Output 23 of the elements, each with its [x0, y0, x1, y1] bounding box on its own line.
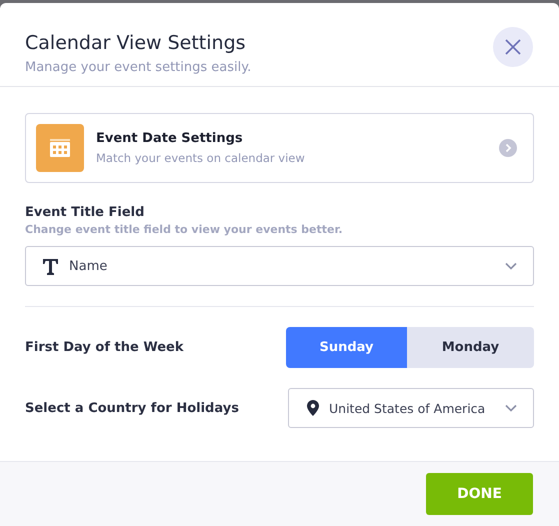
weekday-option[interactable]: Sunday [286, 327, 407, 368]
close-icon [505, 38, 521, 54]
dialog-title: Calendar View Settings [25, 32, 247, 54]
location-pin-icon [307, 400, 319, 416]
chevron-down-icon [505, 404, 517, 412]
title-field-select[interactable]: Name [25, 246, 534, 286]
close-button[interactable] [493, 26, 533, 66]
select-value: Name [69, 258, 108, 274]
weekday-option[interactable]: Monday [407, 327, 534, 368]
card-title: Event Date Settings [96, 131, 244, 146]
chevron-right-icon [499, 139, 517, 157]
chevron-down-icon [505, 262, 517, 270]
card-description: Match your events on calendar view [96, 151, 306, 165]
calendar-icon [36, 124, 84, 172]
field-hint: Change event title field to view your events better. [25, 223, 344, 236]
dialog-subtitle: Manage your event settings easily. [25, 60, 252, 75]
first-day-label: First Day of the Week [25, 340, 184, 355]
field-label: Event Title Field [25, 205, 146, 220]
select-value: United States of America [329, 400, 486, 416]
country-select[interactable]: United States of America [288, 388, 534, 428]
event-date-settings-card[interactable]: Event Date Settings Match your events on calendar view [25, 113, 534, 183]
country-label: Select a Country for Holidays [25, 400, 239, 416]
text-type-icon [42, 258, 59, 274]
